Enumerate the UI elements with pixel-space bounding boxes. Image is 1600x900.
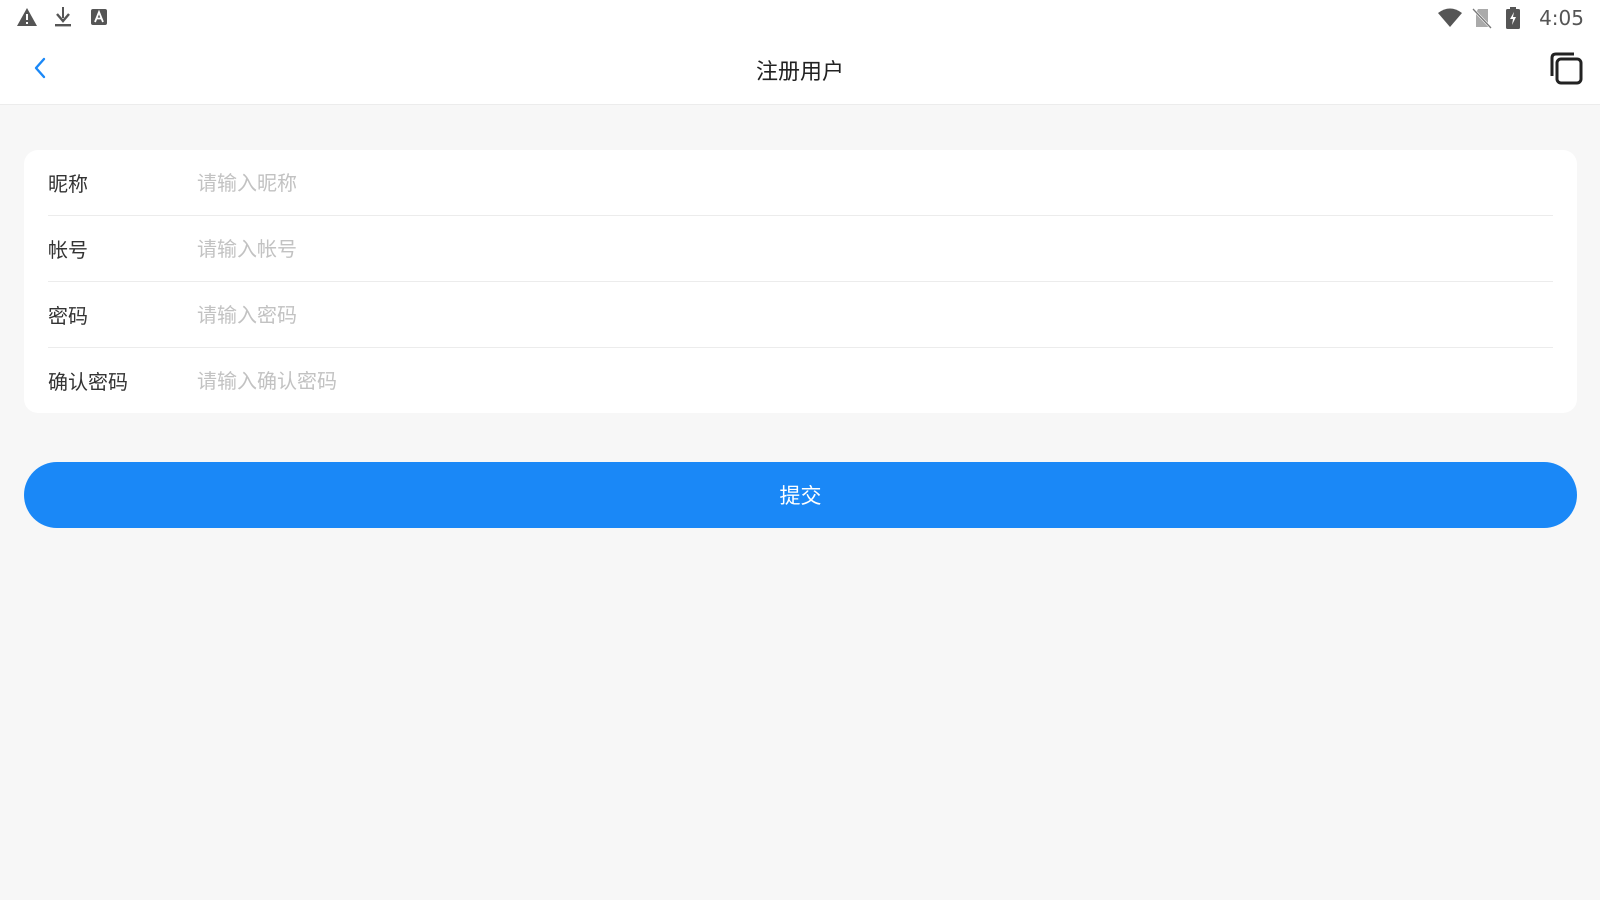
- account-input[interactable]: [197, 228, 1553, 269]
- download-icon: [52, 6, 74, 28]
- page-title: 注册用户: [755, 60, 844, 85]
- form-row-account: 帐号: [48, 216, 1553, 282]
- nav-bar: 注册用户: [0, 36, 1600, 105]
- form-row-confirm-password: 确认密码: [48, 348, 1553, 413]
- nickname-label: 昵称: [48, 172, 88, 196]
- password-input[interactable]: [197, 294, 1553, 335]
- confirm-password-input[interactable]: [197, 360, 1553, 401]
- form-row-password: 密码: [48, 282, 1553, 348]
- multi-window-icon: [1548, 50, 1584, 90]
- status-bar-notifications: [16, 6, 110, 28]
- nickname-input[interactable]: [197, 162, 1553, 203]
- submit-button[interactable]: 提交: [24, 462, 1577, 528]
- form-row-nickname: 昵称: [48, 150, 1553, 216]
- registration-form: 昵称 帐号 密码 确认密码: [24, 150, 1577, 413]
- battery-charging-icon: [1505, 7, 1527, 29]
- status-bar: 4:05: [0, 0, 1600, 36]
- keyboard-a-icon: [88, 6, 110, 28]
- no-sim-icon: [1471, 7, 1493, 29]
- warning-icon: [16, 6, 38, 28]
- wifi-icon: [1437, 7, 1463, 29]
- password-label: 密码: [48, 304, 88, 328]
- account-label: 帐号: [48, 238, 88, 262]
- multi-window-button[interactable]: [1546, 50, 1586, 90]
- confirm-password-label: 确认密码: [48, 370, 128, 394]
- status-time: 4:05: [1539, 6, 1584, 30]
- status-bar-system: 4:05: [1437, 6, 1584, 30]
